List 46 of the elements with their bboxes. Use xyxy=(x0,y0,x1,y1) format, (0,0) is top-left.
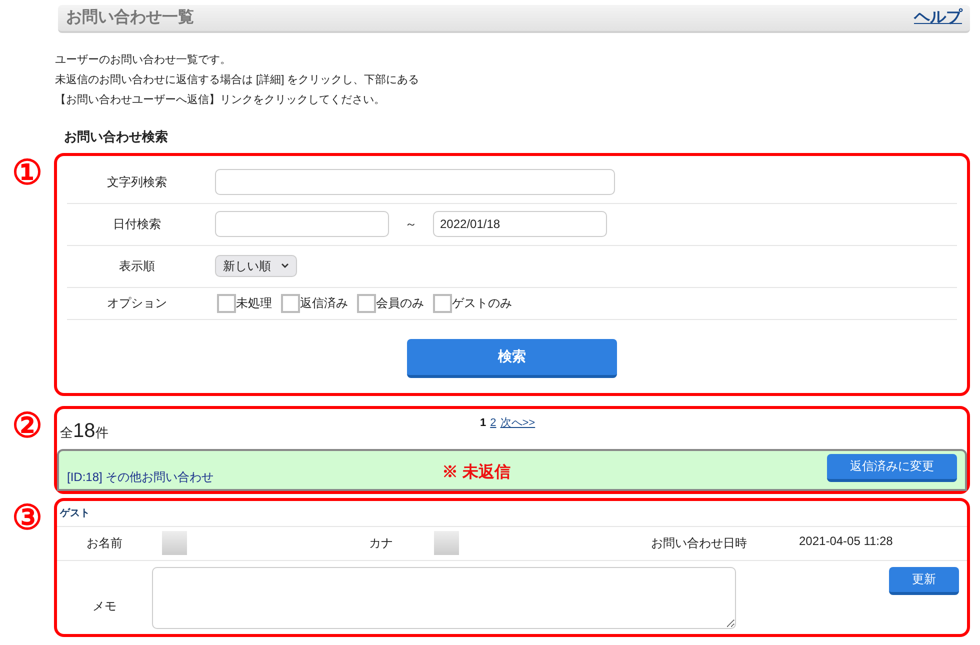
date-field[interactable] xyxy=(215,211,389,237)
checkbox[interactable] xyxy=(281,294,300,312)
annotation-number: ③ xyxy=(11,498,43,538)
inquiry-title[interactable]: [ID:18] その他お問い合わせ xyxy=(67,468,214,486)
memo-field[interactable] xyxy=(152,566,736,628)
range-separator: ～ xyxy=(404,216,418,233)
next-page-link[interactable]: 次へ>> xyxy=(500,414,536,431)
annotation-number: ① xyxy=(11,152,43,192)
reply-status: ※ 未返信 xyxy=(442,462,510,482)
chevron-down-icon xyxy=(281,263,289,269)
field-label: カナ xyxy=(369,535,393,552)
checkbox-label: 会員のみ xyxy=(376,295,424,312)
page-link[interactable]: 1 xyxy=(480,414,486,431)
annotation-number: ② xyxy=(11,406,43,446)
redacted-block xyxy=(434,531,459,555)
total-count: 全18件 xyxy=(60,418,108,444)
checkbox-label: ゲストのみ xyxy=(452,295,512,312)
redacted-block xyxy=(162,531,187,555)
checkbox[interactable] xyxy=(433,294,452,312)
checkbox-label: 未処理 xyxy=(236,295,272,312)
description-text: 【お問い合わせユーザーへ返信】リンクをクリックしてください。 xyxy=(55,92,386,108)
field-label: 表示順 xyxy=(118,258,156,275)
update-button[interactable]: 更新 xyxy=(889,566,959,594)
field-label: 日付検索 xyxy=(112,216,162,233)
description-text: ユーザーのお問い合わせ一覧です。 xyxy=(55,53,232,68)
mark-replied-button[interactable]: 返信済みに変更 xyxy=(827,454,957,482)
page-link[interactable]: 2 xyxy=(490,414,496,431)
checkbox[interactable] xyxy=(217,294,236,312)
page-title: お問い合わせ一覧 xyxy=(66,8,194,28)
section-title: お問い合わせ検索 xyxy=(64,128,169,146)
inquiry-date: 2021-04-05 11:28 xyxy=(799,533,893,550)
checkbox-label: 返信済み xyxy=(300,295,348,312)
description-text: 未返信のお問い合わせに返信する場合は [詳細] をクリックし、下部にある xyxy=(55,72,420,88)
field-label: オプション xyxy=(106,295,168,312)
field-label: お名前 xyxy=(86,535,124,552)
user-type-label: ゲスト xyxy=(57,500,967,526)
select-value: 新しい順 xyxy=(223,258,271,275)
input-field[interactable] xyxy=(215,169,615,195)
search-button[interactable]: 検索 xyxy=(407,338,617,378)
checkbox[interactable] xyxy=(357,294,376,312)
sort-select[interactable]: 新しい順 xyxy=(215,255,297,277)
field-label: メモ xyxy=(92,598,118,614)
date-field[interactable]: 2022/01/18 xyxy=(433,211,607,237)
help-link[interactable]: ヘルプ xyxy=(914,6,962,30)
field-label: お問い合わせ日時 xyxy=(651,535,747,552)
field-label: 文字列検索 xyxy=(106,174,168,191)
